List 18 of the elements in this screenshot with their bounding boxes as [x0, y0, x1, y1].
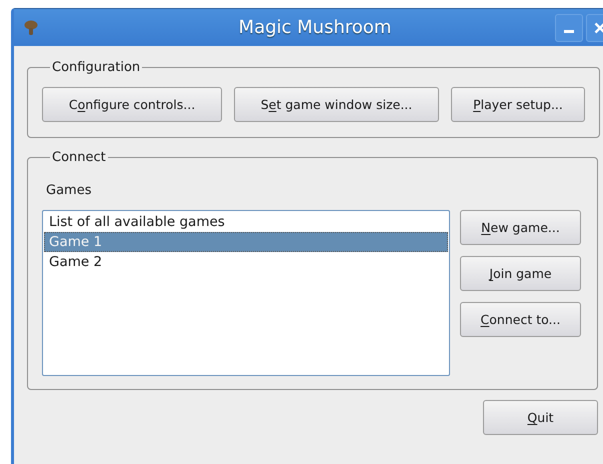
minimize-icon: [564, 30, 574, 33]
game-button[interactable]: Join game: [460, 256, 581, 291]
config-button[interactable]: Configure controls...: [42, 87, 222, 122]
minimize-button[interactable]: [555, 14, 583, 42]
config-button[interactable]: Player setup...: [451, 87, 585, 122]
list-item[interactable]: List of all available games: [44, 212, 448, 232]
window-title: Magic Mushroom: [238, 17, 392, 38]
games-list[interactable]: List of all available games Game 1 Game 2: [42, 210, 450, 376]
close-icon: [594, 22, 603, 34]
mushroom-icon: [24, 20, 38, 36]
frame-title: Connect: [51, 150, 107, 165]
game-button[interactable]: New game...: [460, 210, 581, 245]
game-button[interactable]: Connect to...: [460, 302, 581, 337]
config-button[interactable]: Set game window size...: [234, 87, 439, 122]
quit-button[interactable]: Quit: [483, 400, 598, 435]
games-label: Games: [46, 183, 92, 198]
frame-title: Configuration: [51, 60, 142, 75]
list-item[interactable]: Game 2: [44, 252, 448, 272]
